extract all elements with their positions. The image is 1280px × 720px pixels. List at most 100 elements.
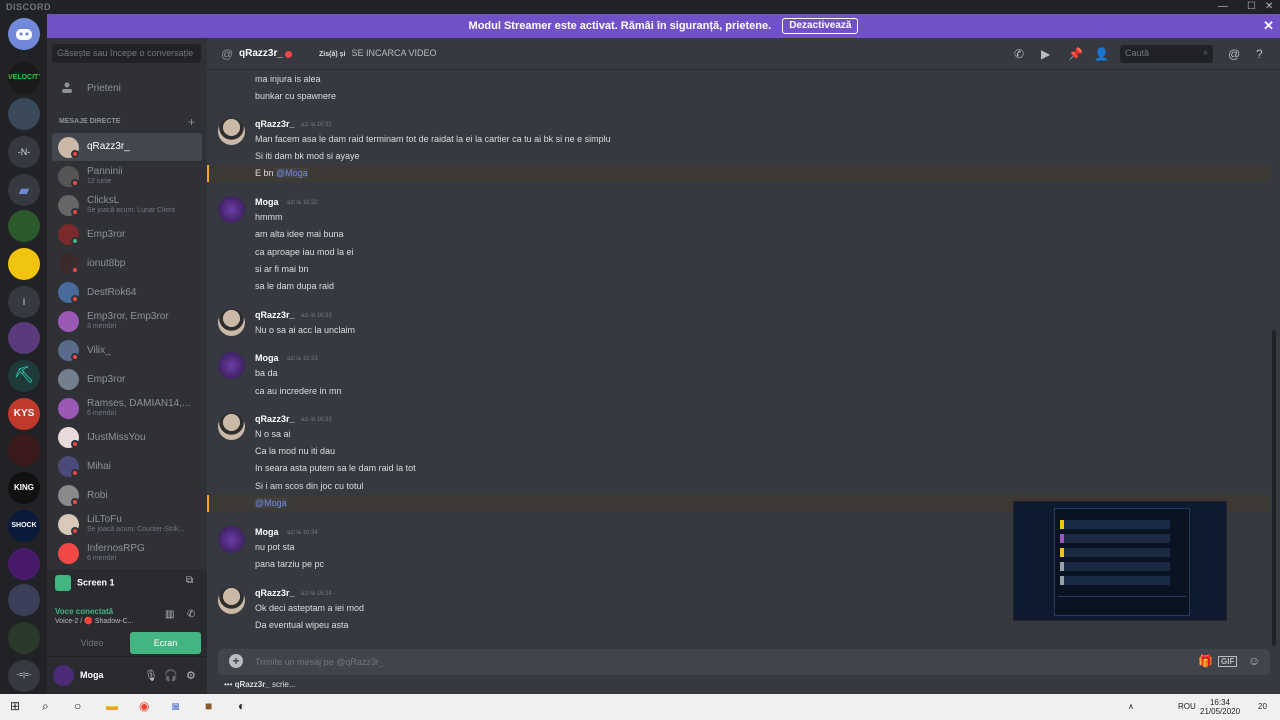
group-avatar [58,311,79,332]
avatar[interactable] [218,587,245,614]
voice-call-icon[interactable]: ✆ [1014,47,1024,61]
dm-item[interactable]: Panninii 12 iunie [52,162,202,190]
server-kys-icon[interactable]: KYS [8,398,40,430]
dm-item[interactable]: Emp3ror [52,220,202,248]
banner-close-icon[interactable]: ✕ [1263,14,1274,38]
task-view-icon[interactable]: ○ [74,699,81,713]
signal-icon[interactable]: ▥ [165,609,174,620]
stream-preview[interactable] [1013,501,1227,621]
user-avatar[interactable] [53,665,74,686]
dm-item[interactable]: Emp3ror, Emp3ror 3 membri [52,307,202,335]
mention-icon[interactable]: @ [1228,47,1240,61]
settings-gear-icon[interactable]: ⚙ [186,669,196,682]
server-i-icon[interactable]: I [8,286,40,318]
pin-icon[interactable]: 📌 [1068,47,1083,61]
server-velocity-icon[interactable]: VELOCITY [8,62,40,94]
maximize-icon[interactable]: ☐ [1247,1,1256,12]
mention[interactable]: @Moga [255,498,287,508]
message-author[interactable]: Moga [255,197,279,207]
headphones-icon[interactable]: 🎧 [164,669,178,682]
upload-plus-icon[interactable]: + [229,654,243,668]
timestamp: azi la 16:32 [301,122,332,128]
mention[interactable]: @Moga [276,168,308,178]
dm-item[interactable]: InfernosRPG 6 membri [52,539,202,567]
minimize-icon[interactable]: — [1218,1,1228,12]
disable-streamer-button[interactable]: Dezactivează [782,18,859,35]
dm-item[interactable]: Emp3ror [52,365,202,393]
server-icon[interactable] [8,322,40,354]
screen-name: Screen 1 [77,577,115,588]
server-n-icon[interactable]: -N- [8,136,40,168]
dm-item[interactable]: Mihai [52,452,202,480]
pickaxe-icon[interactable]: ⛏ [8,360,40,392]
close-window-icon[interactable]: ✕ [1265,1,1273,12]
discord-taskbar-icon[interactable]: ◙ [172,699,179,713]
server-shock-icon[interactable]: SHOCK [8,510,40,542]
server-icon[interactable] [8,434,40,466]
status-text: SE INCARCA VIDEO [351,48,437,58]
notifications-badge[interactable]: 20 [1258,702,1267,711]
avatar[interactable] [218,309,245,336]
gift-icon[interactable]: 🎁 [1198,654,1213,668]
dm-item[interactable]: IJustMissYou [52,423,202,451]
file-explorer-icon[interactable]: ▬ [106,699,118,713]
message-author[interactable]: qRazz3r_ [255,414,295,424]
friends-link[interactable]: Prieteni [52,78,202,100]
create-dm-icon[interactable]: + [188,115,195,129]
message-author[interactable]: qRazz3r_ [255,119,295,129]
server-divider-icon[interactable]: -=|=- [8,660,40,692]
dm-item[interactable]: Robi [52,481,202,509]
server-king-icon[interactable]: KING [8,472,40,504]
add-friend-icon[interactable]: 👤 [1094,47,1109,61]
server-icon[interactable] [8,622,40,654]
popout-icon[interactable]: ⧉ [186,575,193,586]
discord-home-icon[interactable] [8,18,40,50]
search-icon[interactable]: ⌕ [42,699,49,714]
avatar[interactable] [218,118,245,145]
emoji-icon[interactable]: ☺ [1248,654,1260,668]
message-author[interactable]: Moga [255,353,279,363]
find-conversation-input[interactable]: Găsește sau începe o conversație [52,44,201,63]
message-input[interactable]: Trimite un mesaj pe @qRazz3r_ [255,657,384,667]
message-author[interactable]: Moga [255,527,279,537]
scrollbar[interactable] [1272,330,1276,646]
server-icon[interactable] [8,548,40,580]
avatar[interactable] [218,196,245,223]
message-author[interactable]: qRazz3r_ [255,588,295,598]
group-avatar [58,398,79,419]
server-icon[interactable] [8,584,40,616]
search-input[interactable]: Caută ⌕ [1120,45,1213,63]
clock[interactable]: 16:34 21/05/2020 [1200,698,1240,716]
server-icon[interactable] [8,98,40,130]
app-icon[interactable]: ◐ [238,699,245,713]
disconnect-icon[interactable]: ✆ [187,609,195,620]
server-icon[interactable] [8,248,40,280]
dm-item[interactable]: Vilix_ [52,336,202,364]
language-indicator[interactable]: ROU [1178,702,1196,711]
mic-icon[interactable]: 🎙 [144,669,158,682]
dm-sub: Se joacă acum: Lunar Client [87,207,175,214]
tray-chevron-icon[interactable]: ∧ [1128,702,1134,711]
minecraft-icon[interactable]: ■ [205,699,212,713]
dm-item[interactable]: ClicksL Se joacă acum: Lunar Client [52,191,202,219]
help-icon[interactable]: ? [1256,47,1263,61]
dm-item[interactable]: qRazz3r_ [52,133,202,161]
avatar[interactable] [218,526,245,553]
avatar[interactable] [218,352,245,379]
dm-item[interactable]: LiLToFu Se joacă acum: Counter-Strik... [52,510,202,538]
message-author[interactable]: qRazz3r_ [255,310,295,320]
chrome-icon[interactable]: ◉ [139,699,149,713]
dm-item[interactable]: DestRok64 [52,278,202,306]
screen-share-button[interactable]: Ecran [130,632,201,654]
gif-icon[interactable]: GIF [1218,656,1238,667]
timestamp: azi la 16:33 [301,417,332,423]
avatar[interactable] [218,413,245,440]
server-icon[interactable] [8,210,40,242]
dm-item[interactable]: ionut8bp [52,249,202,277]
folder-icon[interactable]: ▰ [8,174,40,206]
dm-item[interactable]: Ramses, DAMIAN14,... 6 membri [52,394,202,422]
video-button[interactable]: Video [55,632,129,654]
video-call-icon[interactable]: ▶ [1041,47,1050,61]
message-input-bar[interactable]: + Trimite un mesaj pe @qRazz3r_ 🎁 GIF ☺ [218,649,1270,675]
windows-start-icon[interactable]: ⊞ [10,699,20,713]
